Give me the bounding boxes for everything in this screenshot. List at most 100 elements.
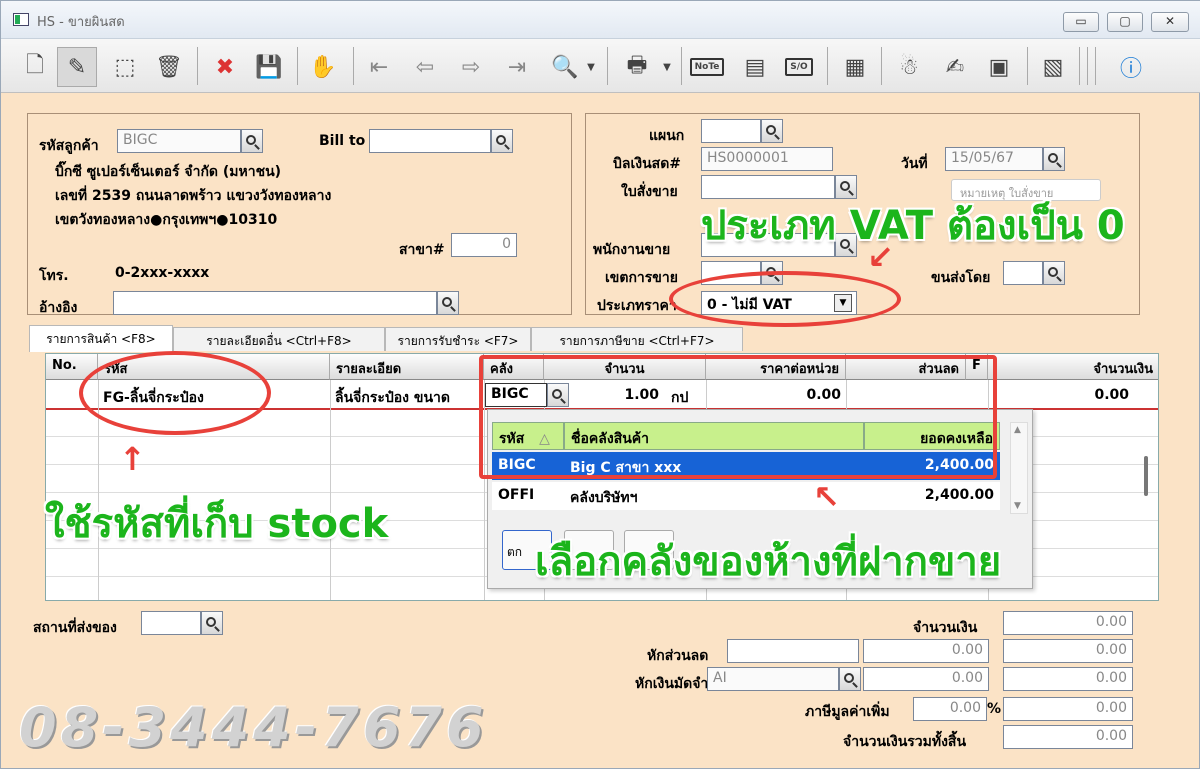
discount-total-field[interactable]: 0.00: [1003, 639, 1133, 663]
toolbar-separator: [297, 47, 298, 85]
cancel-icon[interactable]: ✖: [205, 47, 245, 87]
note-icon[interactable]: NoTe: [687, 47, 727, 87]
toolbar-separator: [881, 47, 882, 85]
department-label: แผนก: [649, 128, 685, 144]
toolbar-separator: [607, 47, 608, 85]
customer-code-field[interactable]: BIGC: [117, 129, 241, 153]
save-icon[interactable]: 💾: [249, 47, 289, 87]
column-amount[interactable]: จำนวนเงิน: [988, 354, 1158, 380]
popup-row-name: คลังบริษัทฯ: [570, 490, 638, 506]
maximize-button[interactable]: ▢: [1107, 12, 1143, 32]
help-icon[interactable]: ⓘ: [1111, 47, 1151, 87]
annotation-vat: ประเภท VAT ต้องเป็น 0: [701, 203, 1125, 249]
window-title: HS - ขายผินสด: [37, 15, 125, 30]
vat-highlight-ellipse: [669, 271, 901, 327]
department-field[interactable]: [701, 119, 761, 143]
deposit-code-field[interactable]: AI: [707, 667, 839, 691]
grand-total-label: จำนวนเงินรวมทั้งสิ้น: [843, 734, 967, 750]
form-icon[interactable]: ▧: [1033, 47, 1073, 87]
toolbar-separator: [1095, 47, 1096, 85]
ok-pen-icon[interactable]: ✍: [935, 47, 975, 87]
billto-field[interactable]: [369, 129, 491, 153]
toolbar-separator: [681, 47, 682, 85]
grand-total-field[interactable]: 0.00: [1003, 725, 1133, 749]
reference-field[interactable]: [113, 291, 437, 315]
chevron-down-icon[interactable]: ▼: [657, 47, 677, 87]
deposit-label: หักเงินมัดจำ: [635, 676, 709, 692]
column-description[interactable]: รายละเอียด: [330, 354, 484, 380]
search-icon[interactable]: [201, 611, 223, 635]
row-description[interactable]: ลิ้นจี่กระป๋อง ขนาด: [335, 387, 450, 409]
scrollbar-thumb[interactable]: [1144, 456, 1148, 496]
sales-order-label: ใบสั่งขาย: [621, 184, 678, 200]
branch-field[interactable]: 0: [451, 233, 517, 257]
ok-doc-icon[interactable]: ▣: [979, 47, 1019, 87]
print-icon[interactable]: 🖶: [617, 47, 657, 87]
discount-label: หักส่วนลด: [647, 648, 709, 664]
discount-text-field[interactable]: [727, 639, 859, 663]
row-amount[interactable]: 0.00: [1041, 387, 1129, 403]
search-icon[interactable]: [761, 119, 783, 143]
toolbar-separator: [827, 47, 828, 85]
toolbar-separator: [1027, 47, 1028, 85]
edit-icon[interactable]: ✎: [57, 47, 97, 87]
scroll-down-icon[interactable]: ▼: [1014, 501, 1021, 511]
vat-amount-field[interactable]: 0.00: [1003, 697, 1133, 721]
tab-tax[interactable]: รายการภาษีขาย <Ctrl+F7>: [531, 327, 743, 351]
amount-field[interactable]: 0.00: [1003, 611, 1133, 635]
toolbar: 🗋 ✎ ⬚ 🗑 ✖ 💾 ✋ ⇤ ⇦ ⇨ ⇥ 🔍 ▼ 🖶 ▼ NoTe ▤ S/O…: [1, 39, 1200, 93]
prev-icon[interactable]: ⇦: [405, 47, 445, 87]
vat-percent-field[interactable]: 0.00: [913, 697, 987, 721]
deposit-total-field[interactable]: 0.00: [1003, 667, 1133, 691]
card-icon[interactable]: ▤: [735, 47, 775, 87]
ok-user-icon[interactable]: ☃: [889, 47, 929, 87]
vat-label: ภาษีมูลค่าเพิ่ม: [805, 704, 890, 720]
date-field[interactable]: 15/05/67: [945, 147, 1043, 171]
customer-address-1: เลขที่ 2539 ถนนลาดพร้าว แขวงวังทองหลาง: [55, 188, 332, 204]
last-icon[interactable]: ⇥: [497, 47, 537, 87]
popup-row-balance: 2,400.00: [924, 487, 994, 503]
payment-icon[interactable]: ✋: [303, 47, 343, 87]
next-icon[interactable]: ⇨: [451, 47, 491, 87]
new-icon[interactable]: 🗋: [15, 47, 55, 87]
shipping-field[interactable]: [1003, 261, 1043, 285]
search-icon[interactable]: [241, 129, 263, 153]
so-icon[interactable]: S/O: [779, 47, 819, 87]
phone-label: โทร.: [39, 268, 69, 284]
popup-scrollbar[interactable]: ▲ ▼: [1010, 422, 1028, 514]
report-icon[interactable]: ▦: [835, 47, 875, 87]
tab-payments[interactable]: รายการรับชำระ <F7>: [385, 327, 531, 351]
discount-field[interactable]: 0.00: [863, 639, 989, 663]
scroll-up-icon[interactable]: ▲: [1014, 425, 1021, 435]
price-type-label: ประเภทราคา: [597, 298, 677, 314]
first-icon[interactable]: ⇤: [359, 47, 399, 87]
toolbar-separator: [197, 47, 198, 85]
minimize-button[interactable]: ▭: [1063, 12, 1099, 32]
arrow-up-left-icon: ↖: [813, 478, 840, 516]
toolbar-separator: [353, 47, 354, 85]
trash-icon[interactable]: 🗑: [149, 47, 189, 87]
chevron-down-icon[interactable]: ▼: [581, 47, 601, 87]
close-button[interactable]: ✕: [1151, 12, 1189, 32]
annotation-warehouse: เลือกคลังของห้างที่ฝากขาย: [535, 539, 1002, 585]
search-icon[interactable]: [1043, 261, 1065, 285]
annotation-stock: ใช้รหัสที่เก็บ stock: [45, 501, 389, 547]
find-icon[interactable]: 🔍: [545, 47, 585, 87]
title-bar: HS - ขายผินสด ▭ ▢ ✕: [1, 1, 1200, 39]
calendar-icon[interactable]: [1043, 147, 1065, 171]
code-highlight-ellipse: [79, 351, 271, 435]
popup-row[interactable]: OFFI คลังบริษัทฯ 2,400.00: [492, 482, 1000, 510]
deposit-field[interactable]: 0.00: [863, 667, 989, 691]
bill-number-field[interactable]: HS0000001: [701, 147, 833, 171]
ship-place-field[interactable]: [141, 611, 201, 635]
percent-sign: %: [987, 701, 1002, 717]
so-label: S/O: [785, 58, 813, 76]
tab-details[interactable]: รายละเอียดอื่น <Ctrl+F8>: [173, 327, 385, 351]
search-icon[interactable]: [437, 291, 459, 315]
tag-icon[interactable]: ⬚: [105, 47, 145, 87]
search-icon[interactable]: [491, 129, 513, 153]
tab-items[interactable]: รายการสินค้า <F8>: [29, 325, 173, 352]
search-icon[interactable]: [839, 667, 861, 691]
toolbar-separator: [1087, 47, 1088, 85]
date-label: วันที่: [901, 156, 928, 172]
